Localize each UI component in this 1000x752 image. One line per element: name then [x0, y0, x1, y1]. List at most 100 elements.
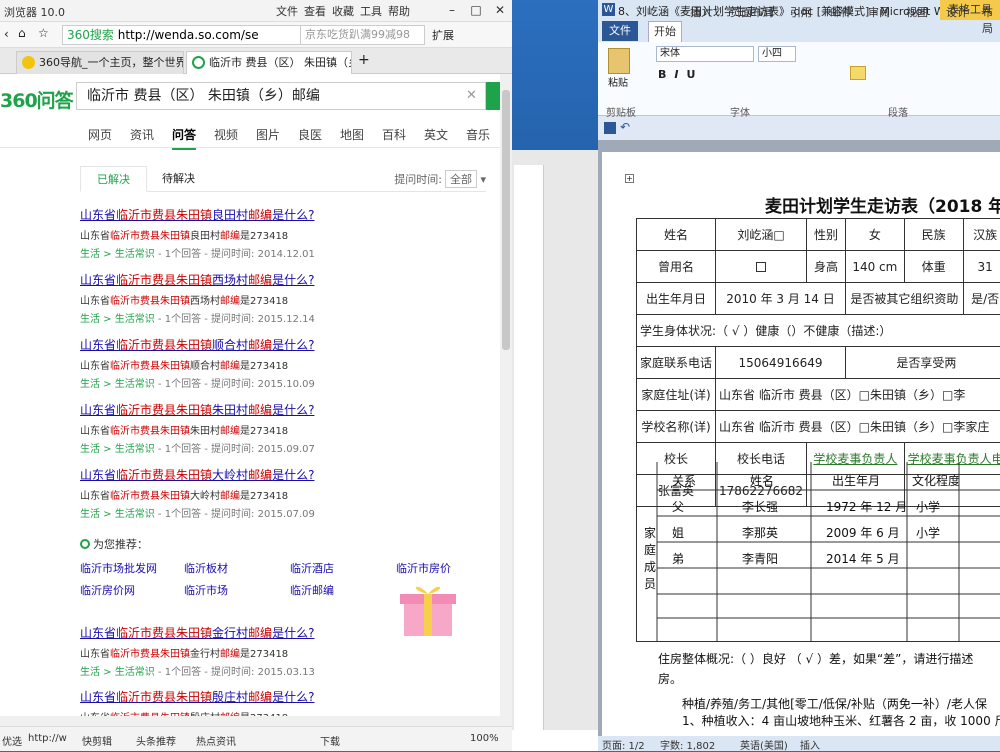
nav-news[interactable]: 资讯 — [130, 126, 154, 143]
status-mode[interactable]: 插入 — [800, 737, 820, 752]
result-category[interactable]: 生活 > 生活常识 — [80, 249, 155, 260]
family-cell[interactable]: 2014 年 5 月 — [826, 550, 900, 567]
result-title[interactable]: 山东省临沂市费县朱田镇西场村邮编是什么? — [80, 271, 490, 288]
menu-help[interactable]: 帮助 — [388, 3, 410, 19]
save-icon[interactable] — [604, 122, 616, 134]
logo[interactable]: 360问答 — [0, 86, 73, 113]
tab-home[interactable]: 开始 — [648, 21, 682, 42]
income-text-2[interactable]: 1、种植收入：4 亩山坡地种玉米、红薯各 2 亩，收 1000 斤 — [682, 712, 1000, 729]
family-cell[interactable]: 姐 — [672, 524, 684, 541]
result-category[interactable]: 生活 > 生活常识 — [80, 667, 155, 678]
nav-qa[interactable]: 问答 — [172, 126, 196, 150]
time-filter-select[interactable]: 全部 — [445, 170, 477, 188]
status-youxuan[interactable]: 优选 — [2, 733, 22, 748]
result-title[interactable]: 山东省临沂市费县朱田镇朱田村邮编是什么? — [80, 401, 490, 418]
result-title[interactable]: 山东省临沂市费县朱田镇大岭村邮编是什么? — [80, 466, 490, 483]
tab-table-layout[interactable]: 布局 — [982, 4, 1000, 36]
search-button[interactable] — [486, 82, 500, 110]
status-words[interactable]: 字数: 1,802 — [660, 737, 715, 752]
address-input[interactable]: 360搜索 http://wenda.so.com/se — [62, 25, 302, 45]
nav-english[interactable]: 英文 — [424, 126, 448, 143]
gift-box-icon[interactable] — [398, 580, 458, 640]
nav-web[interactable]: 网页 — [88, 126, 112, 143]
menu-view[interactable]: 查看 — [304, 3, 326, 19]
recommend-link[interactable]: 临沂邮编 — [290, 582, 334, 598]
size-select[interactable]: 小四 — [758, 46, 796, 62]
form-value[interactable]: 山东省 临沂市 费县（区）□朱田镇（乡）□李 — [716, 379, 1000, 411]
result-category[interactable]: 生活 > 生活常识 — [80, 444, 155, 455]
nav-doctor[interactable]: 良医 — [298, 126, 322, 143]
tab-search-active[interactable]: 临沂市 费县（区） 朱田镇（乡 — [186, 51, 352, 74]
form-value[interactable]: 31 — [963, 251, 1000, 283]
result-title[interactable]: 山东省临沂市费县朱田镇殷庄村邮编是什么? — [80, 688, 490, 705]
result-title[interactable]: 山东省临沂市费县朱田镇顺合村邮编是什么? — [80, 336, 490, 353]
tab-mailings[interactable]: 邮件 — [830, 4, 852, 20]
result-title[interactable]: 山东省临沂市费县朱田镇良田村邮编是什么? — [80, 206, 490, 223]
tab-review[interactable]: 审阅 — [868, 4, 890, 20]
result-category[interactable]: 生活 > 生活常识 — [80, 314, 155, 325]
extensions-button[interactable]: 扩展 — [432, 27, 454, 43]
family-cell[interactable]: 李那英 — [742, 524, 778, 541]
status-kuaijianji[interactable]: 快剪辑 — [82, 733, 112, 748]
star-icon[interactable]: ☆ — [38, 26, 49, 40]
housing-text-2[interactable]: 房。 — [658, 670, 682, 687]
undo-icon[interactable]: ↶ — [620, 120, 630, 134]
recommend-link[interactable]: 临沂市房价 — [396, 560, 451, 576]
tab-solved[interactable]: 已解决 — [80, 166, 147, 192]
format-buttons[interactable]: BIU — [658, 68, 703, 81]
nav-images[interactable]: 图片 — [256, 126, 280, 143]
recommend-link[interactable]: 临沂酒店 — [290, 560, 334, 576]
form-value[interactable]: 刘屹涵□ — [716, 219, 807, 251]
tab-insert[interactable]: 插入 — [690, 4, 712, 20]
align-left-icon[interactable] — [850, 66, 866, 80]
form-value[interactable]: 是/否 — [963, 283, 1000, 315]
maximize-icon[interactable]: □ — [464, 0, 488, 20]
status-download[interactable]: 下载 — [320, 733, 340, 748]
housing-text[interactable]: 住房整体概况:（ ）良好 （ √ ）差，如果“差”，请进行描述 — [658, 650, 973, 667]
recommend-link[interactable]: 临沂市场 — [184, 582, 228, 598]
form-value[interactable]: 汉族 — [963, 219, 1000, 251]
recommend-link[interactable]: 临沂市场批发网 — [80, 560, 157, 576]
paste-icon[interactable] — [608, 48, 630, 74]
menu-tools[interactable]: 工具 — [360, 3, 382, 19]
form-value[interactable]: 2010 年 3 月 14 日 — [716, 283, 846, 315]
scrollbar-thumb[interactable] — [502, 90, 510, 350]
search-input[interactable]: 临沂市 费县（区） 朱田镇（乡）邮编 — [76, 82, 486, 110]
income-text[interactable]: 种植/养殖/务工/其他[零工/低保/补贴（两免一补）/老人保 — [682, 695, 987, 712]
new-tab-icon[interactable]: + — [358, 52, 370, 68]
tab-design[interactable]: 设计 — [946, 4, 968, 20]
tab-references[interactable]: 引用 — [790, 4, 812, 20]
back-icon[interactable]: ‹ — [4, 27, 9, 41]
clear-icon[interactable]: ✕ — [466, 88, 477, 103]
nav-baike[interactable]: 百科 — [382, 126, 406, 143]
time-filter[interactable]: 提问时间:全部 ▾ — [394, 170, 486, 188]
status-page[interactable]: 页面: 1/2 — [602, 737, 645, 752]
status-hot[interactable]: 热点资讯 — [196, 733, 236, 748]
nav-music[interactable]: 音乐 — [466, 126, 490, 143]
horizontal-scrollbar[interactable] — [0, 716, 512, 726]
tab-layout[interactable]: 页面布局 — [730, 4, 774, 20]
close-icon[interactable]: ✕ — [488, 0, 512, 20]
family-cell[interactable]: 2009 年 6 月 — [826, 524, 900, 541]
family-cell[interactable]: 小学 — [916, 524, 940, 541]
quick-search-input[interactable]: 京东吃货趴满99减98 — [300, 25, 425, 45]
menu-file[interactable]: 文件 — [276, 3, 298, 19]
nav-video[interactable]: 视频 — [214, 126, 238, 143]
status-zoom[interactable]: 100% — [470, 733, 499, 744]
family-cell[interactable]: 父 — [672, 498, 684, 515]
tab-view[interactable]: 视图 — [906, 4, 928, 20]
form-value[interactable]: 山东省 临沂市 费县（区）□朱田镇（乡）□李家庄 — [716, 411, 1000, 443]
paste-label[interactable]: 粘贴 — [608, 74, 628, 89]
status-language[interactable]: 英语(美国) — [740, 737, 788, 752]
form-health[interactable]: 学生身体状况:（ √ ）健康（）不健康（描述:） — [637, 315, 1000, 347]
form-value[interactable]: 女 — [846, 219, 905, 251]
form-value[interactable] — [716, 251, 807, 283]
family-cell[interactable]: 李长强 — [742, 498, 778, 515]
status-toutiao[interactable]: 头条推荐 — [136, 733, 176, 748]
recommend-link[interactable]: 临沂房价网 — [80, 582, 135, 598]
minimize-icon[interactable]: – — [440, 0, 464, 20]
font-select[interactable]: 宋体 — [656, 46, 754, 62]
family-cell[interactable]: 李青阳 — [742, 550, 778, 567]
nav-map[interactable]: 地图 — [340, 126, 364, 143]
table-move-handle-icon[interactable]: + — [625, 174, 634, 183]
